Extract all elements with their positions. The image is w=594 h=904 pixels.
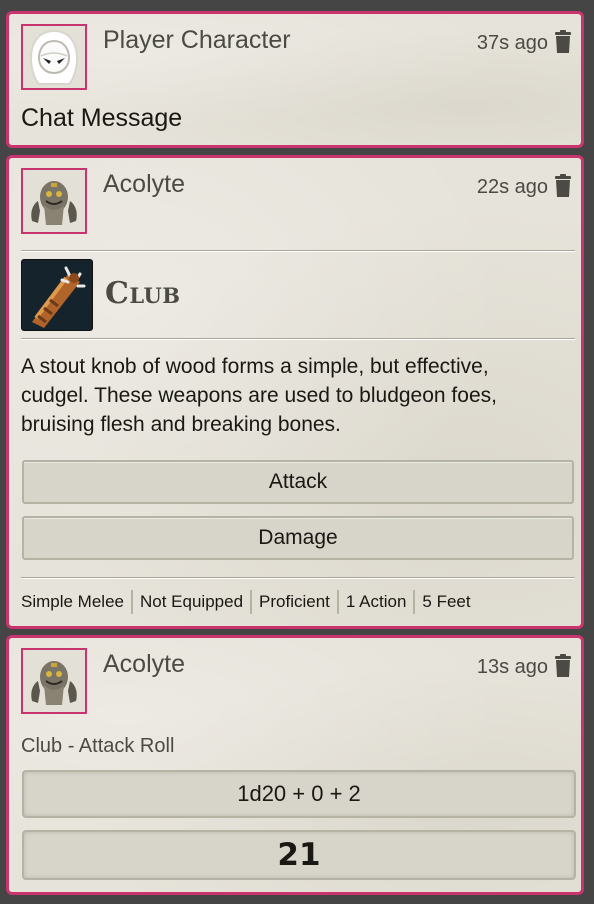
property-tag: Simple Melee	[21, 592, 124, 611]
speaker-portrait[interactable]	[21, 648, 87, 714]
speaker-portrait[interactable]	[21, 24, 87, 90]
message-timestamp: 37s ago	[476, 32, 548, 54]
item-image[interactable]	[21, 259, 93, 331]
message-timestamp: 22s ago	[476, 176, 548, 198]
chat-message: Player Character 37s ago Chat Message	[6, 11, 584, 148]
divider	[21, 338, 575, 339]
divider	[21, 250, 575, 251]
trash-icon[interactable]	[553, 174, 573, 198]
trash-icon[interactable]	[553, 30, 573, 54]
trash-icon[interactable]	[553, 654, 573, 678]
hooded-figure-icon	[29, 29, 79, 85]
chat-message: Acolyte 22s ago Club A stout knob of woo…	[6, 155, 584, 629]
property-tag: Proficient	[250, 590, 337, 614]
dice-total[interactable]: 21	[22, 830, 576, 880]
message-timestamp: 13s ago	[476, 656, 548, 678]
item-properties: Simple Melee Not Equipped Proficient 1 A…	[21, 590, 478, 614]
dice-formula[interactable]: 1d20 + 0 + 2	[22, 770, 576, 818]
speaker-portrait[interactable]	[21, 168, 87, 234]
property-tag: 1 Action	[336, 590, 414, 614]
property-tag: Not Equipped	[131, 590, 250, 614]
speaker-name: Acolyte	[103, 650, 185, 678]
attack-button[interactable]: Attack	[22, 460, 574, 504]
speaker-name: Acolyte	[103, 170, 185, 198]
speaker-name: Player Character	[103, 26, 291, 54]
damage-button[interactable]: Damage	[22, 516, 574, 560]
chat-message: Acolyte 13s ago Club - Attack Roll 1d20 …	[6, 635, 584, 895]
club-weapon-icon	[22, 260, 92, 330]
message-content: Chat Message	[21, 104, 183, 132]
property-tag: 5 Feet	[413, 590, 477, 614]
acolyte-token-icon	[31, 661, 77, 705]
acolyte-token-icon	[31, 181, 77, 225]
item-description: A stout knob of wood forms a simple, but…	[21, 355, 497, 436]
divider	[21, 577, 575, 578]
roll-flavor: Club - Attack Roll	[21, 735, 175, 757]
item-name[interactable]: Club	[105, 276, 181, 311]
chat-log: Player Character 37s ago Chat Message Ac…	[0, 0, 594, 904]
